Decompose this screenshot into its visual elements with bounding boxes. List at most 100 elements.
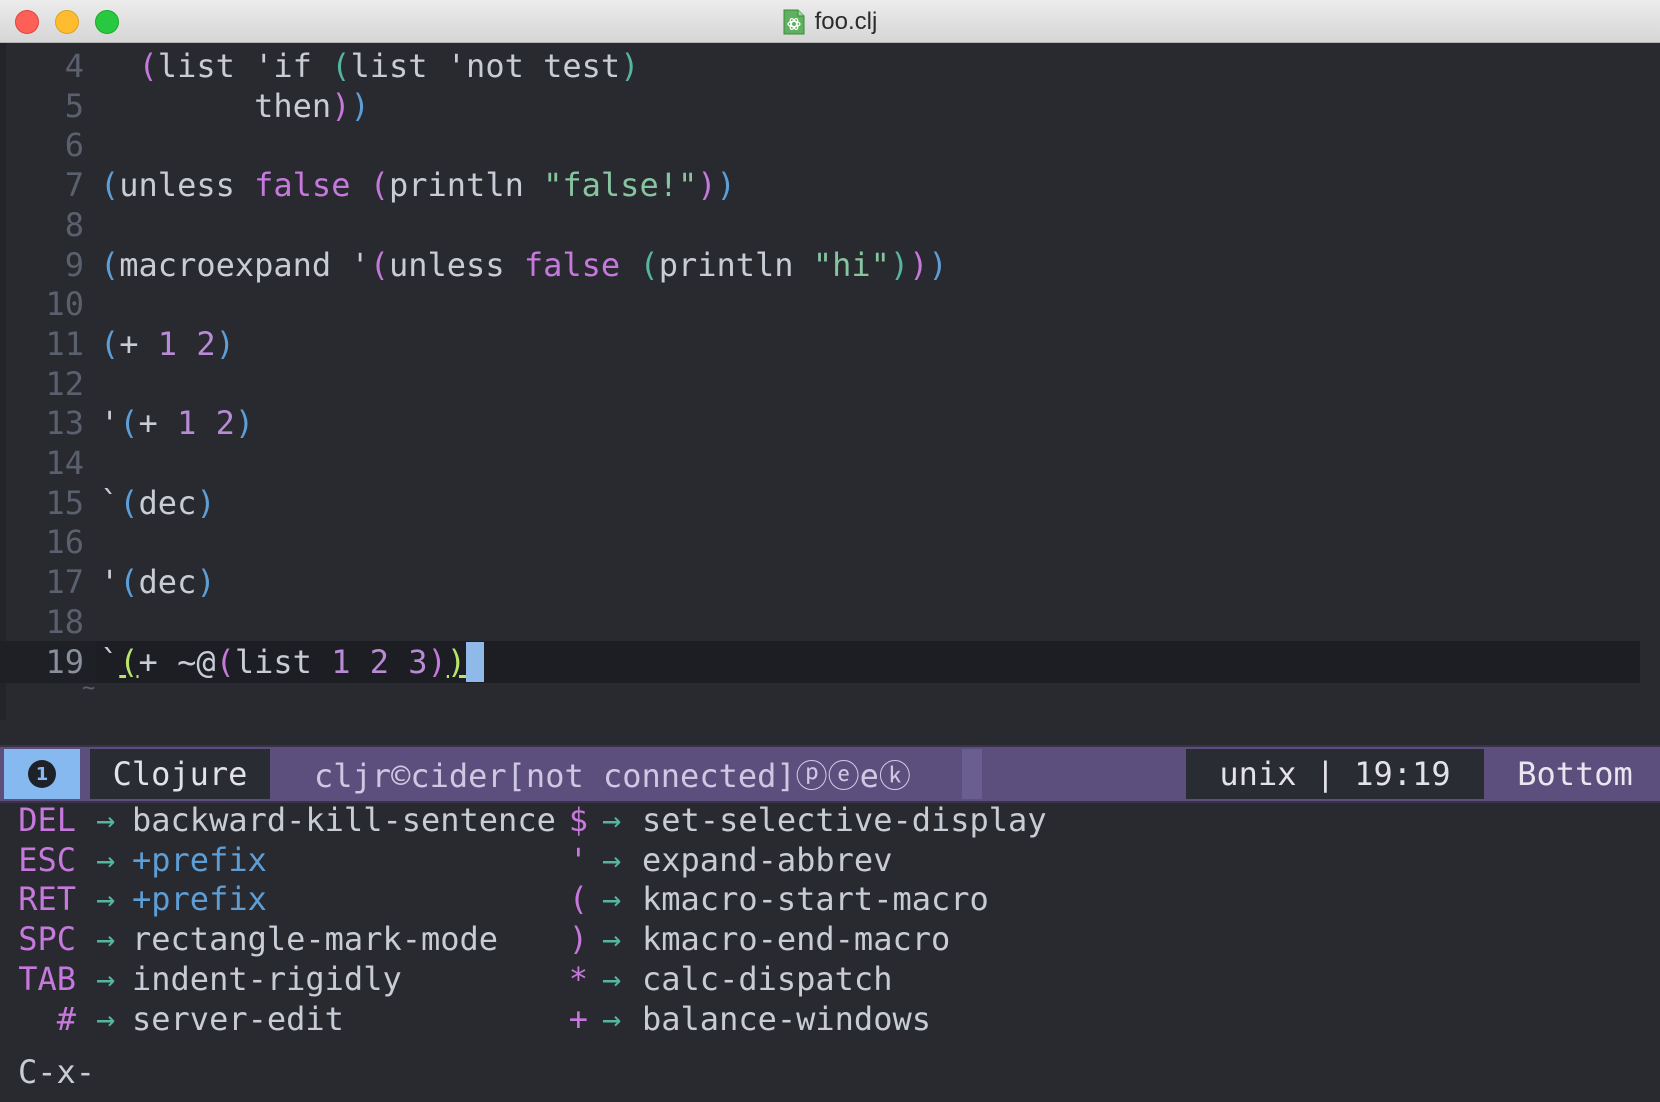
code-token: list — [157, 47, 255, 85]
code-token: println — [388, 166, 544, 205]
code-token: unless — [388, 245, 524, 284]
which-key-command[interactable]: +prefix — [132, 878, 267, 920]
code-token: ) — [215, 324, 235, 363]
code-text: (list 'if (list 'not test) — [100, 45, 640, 87]
line-number: 4 — [64, 47, 84, 85]
which-key-command[interactable]: kmacro-start-macro — [642, 878, 989, 920]
code-line[interactable]: 7 (unless false (println "false!")) — [0, 164, 1640, 206]
window-title-group: foo.clj — [0, 0, 1660, 43]
which-key-key: ) — [568, 920, 588, 959]
code-line[interactable]: 12 — [0, 363, 1640, 405]
code-line[interactable]: 11 (+ 1 2) — [0, 323, 1640, 365]
code-token: ) — [331, 86, 351, 125]
code-token: list — [234, 642, 332, 681]
line-number: 19 — [45, 642, 84, 681]
code-token: ` — [100, 483, 120, 522]
window-number-segment[interactable]: 1 — [4, 749, 80, 799]
mode-line-separator — [962, 749, 982, 799]
window-title: foo.clj — [814, 7, 878, 35]
which-key-command[interactable]: server-edit — [132, 998, 344, 1040]
code-line[interactable]: 9 (macroexpand '(unless false (println "h… — [0, 244, 1640, 286]
line-number: 9 — [64, 245, 84, 284]
code-token: + — [138, 404, 178, 443]
code-line[interactable]: 15 `(dec) — [0, 482, 1640, 524]
current-code-line[interactable]: 19 `(+ ~@(list 1 2 3)) — [0, 640, 1640, 683]
code-token: println — [658, 245, 813, 284]
line-number: 7 — [64, 166, 84, 205]
code-line[interactable]: 14 — [0, 442, 1640, 484]
minor-modes-segment[interactable]: cljr©cider[not connected]ⓟⓔeⓚ — [290, 749, 980, 799]
which-key-key: ' — [568, 840, 588, 879]
major-mode-segment[interactable]: Clojure — [90, 749, 270, 799]
code-token: ) — [427, 642, 447, 681]
code-token: ( — [369, 166, 389, 205]
code-token: ( — [119, 404, 139, 443]
code-token: ) — [620, 47, 640, 85]
code-line[interactable]: 18 — [0, 601, 1640, 643]
arrow-right-icon: → — [602, 999, 622, 1038]
which-key-command[interactable]: rectangle-mark-mode — [132, 918, 498, 960]
code-token: ( — [138, 47, 158, 85]
arrow-right-icon: → — [602, 959, 622, 998]
which-key-command[interactable]: backward-kill-sentence — [132, 799, 556, 841]
window-number-badge: 1 — [28, 760, 56, 788]
code-editor[interactable]: 4 (list 'if (list 'not test) 5 then)) 6 7 (u… — [0, 43, 1660, 720]
arrow-right-icon: → — [96, 801, 116, 839]
line-number: 12 — [45, 364, 84, 403]
arrow-right-icon: → — [602, 840, 622, 879]
which-key-key: RET — [18, 880, 76, 919]
code-token: ( — [119, 563, 139, 602]
code-token: ( — [215, 642, 235, 681]
code-token: false — [523, 245, 640, 284]
code-line[interactable]: 4 (list 'if (list 'not test) — [0, 45, 1640, 87]
line-number: 17 — [45, 563, 84, 602]
code-line[interactable]: 6 — [0, 124, 1640, 166]
code-token: unless — [119, 166, 255, 205]
which-key-command[interactable]: calc-dispatch — [642, 958, 892, 1000]
code-line[interactable]: 10 — [0, 283, 1640, 325]
code-token: false — [254, 166, 370, 205]
code-line[interactable]: 5 then)) — [0, 85, 1640, 127]
code-token: ' — [100, 563, 120, 602]
which-key-command[interactable]: balance-windows — [642, 998, 931, 1040]
code-token: ` — [100, 642, 120, 681]
code-token: 'not test — [446, 47, 621, 85]
line-number: 6 — [64, 126, 84, 165]
code-token: "hi" — [812, 245, 890, 284]
code-line[interactable]: 16 — [0, 521, 1640, 563]
code-token: macroexpand — [119, 245, 351, 284]
code-token: ' — [100, 404, 120, 443]
code-token: ( — [331, 47, 351, 85]
arrow-right-icon: → — [96, 999, 116, 1038]
which-key-command[interactable]: indent-rigidly — [132, 958, 402, 1000]
which-key-command[interactable]: +prefix — [132, 839, 267, 881]
scroll-position-segment: Bottom — [1490, 749, 1660, 799]
which-key-command[interactable]: set-selective-display — [642, 799, 1047, 841]
arrow-right-icon: → — [96, 920, 116, 959]
which-key-command[interactable]: expand-abbrev — [642, 839, 892, 881]
code-line[interactable]: 13 '(+ 1 2) — [0, 402, 1640, 444]
mode-line: 1 Clojure cljr©cider[not connected]ⓟⓔeⓚ … — [0, 745, 1660, 803]
line-number: 14 — [45, 444, 84, 482]
code-line[interactable]: 8 — [0, 204, 1640, 246]
code-text: (macroexpand '(unless false (println "hi… — [100, 244, 948, 286]
which-key-key: $ — [568, 801, 588, 839]
arrow-right-icon: → — [602, 880, 622, 919]
code-token: "false!" — [543, 166, 698, 205]
code-token: ( — [100, 166, 120, 205]
code-text: (unless false (println "false!")) — [100, 164, 736, 206]
code-text: '(+ 1 2) — [100, 402, 254, 444]
code-token: ( — [100, 324, 120, 363]
code-token: + — [119, 324, 158, 363]
code-token: ) — [196, 483, 216, 522]
code-line[interactable]: 17 '(dec) — [0, 561, 1640, 603]
title-bar: foo.clj — [0, 0, 1660, 43]
which-key-key: * — [568, 959, 588, 998]
which-key-command[interactable]: kmacro-end-macro — [642, 918, 950, 960]
which-key-key: TAB — [18, 959, 76, 998]
code-token: ( — [369, 245, 389, 284]
code-token: 1 2 — [157, 324, 216, 363]
code-token: ' — [350, 245, 370, 284]
code-text: `(dec) — [100, 482, 216, 524]
arrow-right-icon: → — [602, 920, 622, 959]
